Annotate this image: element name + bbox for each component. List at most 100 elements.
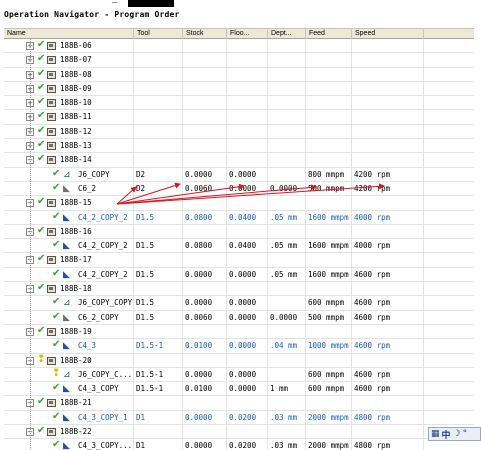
program-row[interactable]: − ✔ 188B-15	[4, 196, 474, 211]
cell-stock	[183, 282, 227, 297]
col-floor[interactable]: Floo...	[227, 29, 268, 39]
cell-name: C4_2_COPY_2	[78, 212, 128, 222]
col-tool[interactable]: Tool	[134, 29, 183, 39]
tree-guide-line	[30, 39, 31, 450]
cell-depth	[268, 96, 306, 111]
program-row[interactable]: + ✔ 188B-12	[4, 124, 474, 140]
cell-name: 188B-21	[60, 398, 92, 408]
cell-stock: 0.0100	[183, 382, 227, 397]
program-row[interactable]: + ✔ 188B-13	[4, 139, 474, 154]
cell-feed: 1000 mmpm	[306, 339, 352, 354]
operation-icon: ⊿	[63, 298, 71, 309]
operation-row[interactable]: ✔ ◣ C4_2_COPY_2 D1.5 0.0800 0.0400.05 mm 1600 …	[4, 210, 474, 225]
checkmark-icon: ✔	[37, 324, 46, 336]
ime-dot-icon[interactable]: °	[463, 429, 468, 439]
program-row[interactable]: − ✔ 188B-22	[4, 425, 474, 440]
operation-row[interactable]: ✔ ⊿ J6_COPY D2 0.0000 0.0000 800 mmpm 4200 rpm	[4, 167, 474, 182]
program-row[interactable]: − ✔ 188B-21	[4, 396, 474, 411]
col-name[interactable]: Name	[4, 29, 134, 39]
cell-speed: 4800 rpm	[352, 439, 424, 450]
cell-name: 188B-10	[60, 98, 92, 108]
program-row[interactable]: − ❢ 188B-20	[4, 353, 474, 368]
program-row[interactable]: + ✔ 188B-11	[4, 110, 474, 125]
operation-row[interactable]: ✔ ◣ C4_3_COPY D1.5-1 0.0100 0.0000 1 mm 600 mmp…	[4, 382, 474, 397]
cell-stock	[183, 110, 227, 125]
ime-language-label[interactable]: 中	[442, 428, 451, 441]
program-group-icon	[47, 142, 56, 151]
cell-tool	[134, 396, 183, 411]
cell-depth: 0.0000	[268, 310, 306, 325]
cell-tool	[134, 282, 183, 297]
cell-tool: D1.5	[134, 210, 183, 225]
program-group-icon	[47, 113, 56, 122]
minimize-icon[interactable]: —	[112, 0, 117, 8]
operation-row[interactable]: ✔ ◣ C4_2_COPY_2 D1.5 0.0800 0.0400.05 mm 1600 …	[4, 239, 474, 254]
operation-row[interactable]: ✔ ◣ C4_3_COPY_1 D1 0.0000 0.0200.03 mm 2000 mm…	[4, 410, 474, 426]
cell-depth: 0.0000	[268, 181, 306, 196]
program-row[interactable]: − ✔ 188B-14	[4, 153, 474, 168]
cell-depth	[268, 139, 306, 154]
checkmark-icon: ✔	[52, 310, 61, 322]
cell-feed	[306, 224, 352, 239]
cell-stock	[183, 353, 227, 368]
cell-tool: D1.5-1	[134, 367, 183, 382]
cell-depth	[268, 296, 306, 311]
cell-speed	[352, 396, 424, 411]
cell-tool	[134, 81, 183, 96]
cell-tool	[134, 224, 183, 239]
cell-name: 188B-11	[60, 112, 92, 122]
cell-name: 188B-07	[60, 55, 92, 65]
cell-feed	[306, 96, 352, 111]
cell-speed: 4600 rpm	[352, 339, 424, 354]
cell-feed	[306, 53, 352, 68]
col-speed[interactable]: Speed	[352, 29, 424, 39]
program-row[interactable]: + ✔ 188B-07	[4, 53, 474, 68]
cell-floor: 0.0000	[227, 296, 268, 311]
operation-row[interactable]: ✔ ◣ C4_3 D1.5-1 0.0100 0.0000.04 mm 1000 mmpm 4…	[4, 339, 474, 354]
col-depth[interactable]: Dept...	[268, 29, 306, 39]
cell-floor	[227, 353, 268, 368]
title-bar: — Operation Navigator - Program Order	[0, 0, 481, 28]
program-group-icon	[47, 199, 56, 208]
cell-stock	[183, 253, 227, 268]
cell-tool: D1	[134, 439, 183, 450]
program-row[interactable]: − ✔ 188B-17	[4, 253, 474, 268]
checkmark-icon: ✔	[52, 239, 61, 251]
cell-name: C4_3_COPY_1	[78, 412, 128, 422]
operation-row[interactable]: ✔ ◣ C6_2 D2 0.0060 0.0000 0.0000 500 mmpm 4200 r…	[4, 181, 474, 197]
operation-row[interactable]: ✔ ◣ C6_2_COPY D1.5 0.0060 0.0000 0.0000 500 mmp…	[4, 310, 474, 325]
cell-depth	[268, 353, 306, 368]
cell-speed	[352, 81, 424, 96]
operation-row[interactable]: ✔ ◣ C4_2_COPY_2 D1.5 0.0000 0.0000.05 mm 1600 …	[4, 267, 474, 283]
cell-tool: D1.5-1	[134, 339, 183, 354]
ime-toolbar[interactable]: ▦ 中 ☽ °	[428, 427, 481, 441]
program-row[interactable]: + ✔ 188B-09	[4, 81, 474, 97]
checkmark-icon: ✔	[52, 439, 61, 450]
program-row[interactable]: + ✔ 188B-08	[4, 67, 474, 82]
operation-row[interactable]: ❢ ⊿ J6_COPY_C... D1.5-1 0.0000 0.0000 600 mmpm…	[4, 367, 474, 383]
program-row[interactable]: − ✔ 188B-18	[4, 282, 474, 297]
cell-floor	[227, 81, 268, 96]
operation-row[interactable]: ✔ ◣ C4_3_COPY... D1 0.0000 0.0200.03 mm 2000 m…	[4, 439, 474, 450]
col-stock[interactable]: Stock	[183, 29, 227, 39]
cell-depth	[268, 396, 306, 411]
cell-depth: .05 mm	[268, 239, 306, 254]
program-row[interactable]: − ✔ 188B-16	[4, 224, 474, 240]
program-group-icon	[47, 256, 56, 265]
program-row[interactable]: − ✔ 188B-19	[4, 324, 474, 340]
col-feed[interactable]: Feed	[306, 29, 352, 39]
cell-speed	[352, 425, 424, 440]
cell-speed	[352, 53, 424, 68]
cell-speed	[352, 110, 424, 125]
cell-floor: 0.0000	[227, 367, 268, 382]
cell-speed: 4000 rpm	[352, 239, 424, 254]
program-row[interactable]: + ✔ 188B-06	[4, 39, 474, 54]
cell-speed	[352, 253, 424, 268]
program-row[interactable]: + ✔ 188B-10	[4, 96, 474, 111]
ime-moon-icon[interactable]: ☽	[453, 429, 461, 439]
cell-tool	[134, 324, 183, 339]
operation-row[interactable]: ✔ ⊿ J6_COPY_COPY D1.5 0.0000 0.0000 600 mmpm 46…	[4, 296, 474, 311]
ime-grid-icon[interactable]: ▦	[431, 429, 440, 439]
cell-speed	[352, 324, 424, 339]
cell-name: 188B-09	[60, 83, 92, 93]
